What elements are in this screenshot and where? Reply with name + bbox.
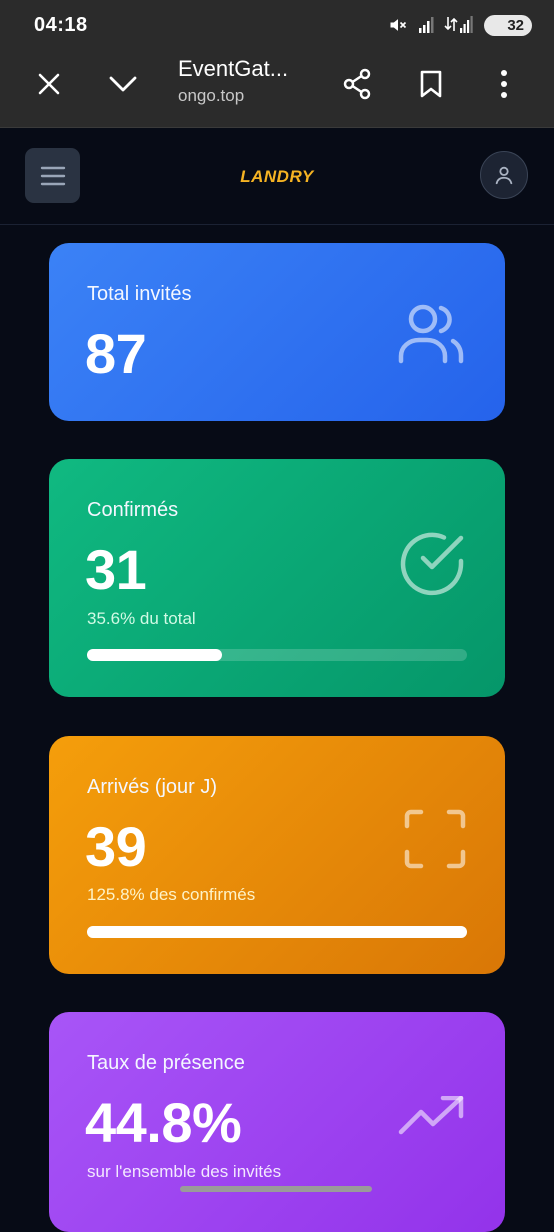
progress-fill bbox=[87, 926, 467, 938]
stat-card-arrived: Arrivés (jour J) 39 125.8% des confirmés bbox=[49, 736, 505, 974]
progress-bar bbox=[87, 649, 467, 661]
card-value: 31 bbox=[85, 538, 147, 601]
status-time: 04:18 bbox=[34, 13, 88, 36]
card-subtitle: 35.6% du total bbox=[87, 609, 196, 628]
app-header: LANDRY bbox=[0, 129, 554, 225]
close-tab-button[interactable] bbox=[29, 64, 69, 104]
card-subtitle: sur l'ensemble des invités bbox=[87, 1162, 282, 1181]
card-label: Taux de présence bbox=[87, 1052, 245, 1074]
card-value: 87 bbox=[85, 322, 147, 385]
check-circle-icon bbox=[397, 529, 467, 604]
card-subtitle: 125.8% des confirmés bbox=[87, 885, 256, 904]
brand-name: LANDRY bbox=[240, 167, 314, 186]
card-value: 39 bbox=[85, 815, 147, 878]
card-value: 44.8% bbox=[85, 1091, 242, 1154]
share-icon bbox=[343, 68, 371, 100]
more-vertical-icon bbox=[501, 70, 507, 98]
page-title: EventGat... bbox=[178, 56, 289, 81]
page-domain: ongo.top bbox=[178, 86, 245, 105]
user-icon bbox=[495, 166, 513, 185]
progress-bar bbox=[87, 926, 467, 938]
card-label: Confirmés bbox=[87, 499, 179, 521]
progress-fill bbox=[87, 649, 223, 661]
more-options-button[interactable] bbox=[484, 64, 524, 104]
data-signal-icon bbox=[444, 16, 473, 33]
close-icon bbox=[38, 73, 60, 95]
stat-card-confirmed: Confirmés 31 35.6% du total bbox=[49, 459, 505, 697]
bookmark-button[interactable] bbox=[411, 64, 451, 104]
signal-icon bbox=[419, 17, 434, 33]
profile-button[interactable] bbox=[480, 151, 528, 199]
users-icon bbox=[395, 301, 467, 370]
bookmark-icon bbox=[420, 70, 442, 98]
status-icons: 32 bbox=[388, 14, 532, 36]
card-label: Arrivés (jour J) bbox=[87, 776, 218, 798]
card-label: Total invités bbox=[87, 283, 192, 305]
chevron-down-icon bbox=[109, 76, 137, 92]
scan-icon bbox=[403, 808, 467, 875]
minimize-tab-button[interactable] bbox=[103, 64, 143, 104]
stat-card-attendance-rate: Taux de présence 44.8% sur l'ensemble de… bbox=[49, 1012, 505, 1232]
gesture-nav-bar[interactable] bbox=[180, 1186, 372, 1192]
trending-up-icon bbox=[397, 1095, 467, 1141]
url-block[interactable]: EventGat... ongo.top bbox=[178, 56, 318, 106]
mute-icon bbox=[390, 19, 407, 31]
status-bar: 04:18 32 bbox=[0, 0, 554, 50]
stat-card-total-guests: Total invités 87 bbox=[49, 243, 505, 421]
browser-toolbar: EventGat... ongo.top bbox=[0, 50, 554, 128]
battery-indicator: 32 bbox=[484, 14, 532, 36]
share-button[interactable] bbox=[337, 64, 377, 104]
